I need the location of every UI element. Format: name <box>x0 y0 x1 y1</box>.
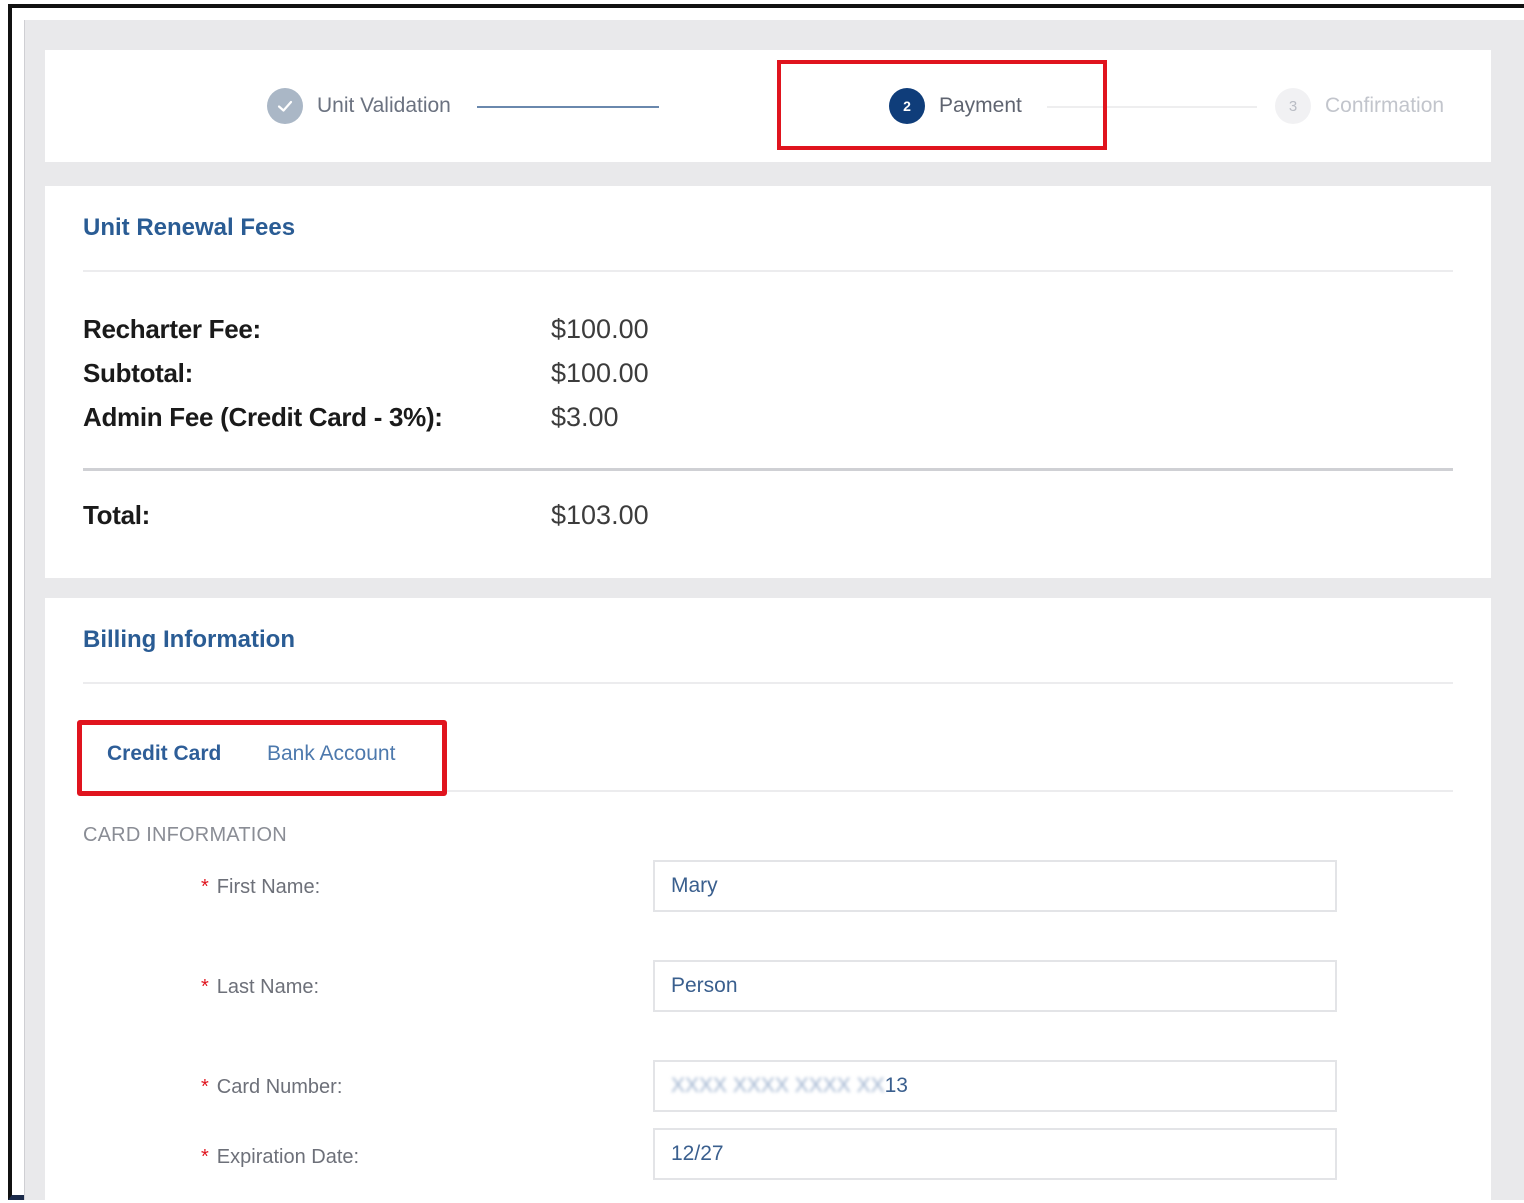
divider <box>83 682 1453 684</box>
total-value: $103.00 <box>551 500 649 530</box>
field-label-text: Last Name: <box>216 976 320 998</box>
fee-value: $100.00 <box>551 314 649 344</box>
last-name-field[interactable]: Person <box>653 960 1337 1012</box>
first-name-label: * First Name: <box>201 876 320 899</box>
total-label: Total: <box>83 500 151 530</box>
required-marker: * <box>201 1146 209 1168</box>
screenshot-frame: Unit Validation 2 Payment 3 Confirmation… <box>8 4 1524 1200</box>
tabs-underline <box>447 790 1453 792</box>
fee-value: $100.00 <box>551 358 649 388</box>
expiration-date-field[interactable]: 12/27 <box>653 1128 1337 1180</box>
unit-renewal-fees-card: Unit Renewal Fees Recharter Fee: $100.00… <box>45 186 1491 578</box>
payment-step-highlight <box>777 60 1107 150</box>
step-number-badge: 3 <box>1275 88 1311 124</box>
fee-label: Recharter Fee: <box>83 314 261 344</box>
fees-title: Unit Renewal Fees <box>83 214 296 241</box>
required-marker: * <box>201 876 209 898</box>
field-label-text: Expiration Date: <box>216 1146 360 1168</box>
fee-row-recharter: Recharter Fee: $100.00 <box>83 314 783 354</box>
divider <box>83 270 1453 272</box>
total-divider <box>83 468 1453 471</box>
required-marker: * <box>201 1076 209 1098</box>
fee-value: $3.00 <box>551 402 619 432</box>
fee-row-subtotal: Subtotal: $100.00 <box>83 358 783 398</box>
step-confirmation[interactable]: 3 Confirmation <box>1275 50 1444 162</box>
expiration-date-label: * Expiration Date: <box>201 1146 359 1169</box>
last-name-label: * Last Name: <box>201 976 319 999</box>
card-number-label: * Card Number: <box>201 1076 342 1099</box>
check-icon <box>267 88 303 124</box>
redacted-card-digits: XXXX XXXX XXXX XX <box>671 1074 885 1097</box>
checkmark-glyph <box>277 100 293 112</box>
billing-information-card: Billing Information Credit Card Bank Acc… <box>45 598 1491 1200</box>
page-background: Unit Validation 2 Payment 3 Confirmation… <box>24 20 1524 1200</box>
field-label-text: First Name: <box>216 876 321 898</box>
first-name-field[interactable]: Mary <box>653 860 1337 912</box>
step-label: Unit Validation <box>317 94 451 117</box>
card-last-digits: 13 <box>884 1074 908 1097</box>
field-label-text: Card Number: <box>216 1076 343 1098</box>
required-marker: * <box>201 976 209 998</box>
fee-label: Admin Fee (Credit Card - 3%): <box>83 402 443 432</box>
step-connector-complete <box>477 106 659 108</box>
card-number-field[interactable]: XXXX XXXX XXXX XX13 <box>653 1060 1337 1112</box>
billing-title: Billing Information <box>83 626 295 653</box>
fee-row-total: Total: $103.00 <box>83 500 783 540</box>
step-label: Confirmation <box>1325 94 1445 117</box>
step-unit-validation[interactable]: Unit Validation <box>267 50 451 162</box>
card-information-heading: CARD INFORMATION <box>83 824 287 846</box>
payment-method-tabs-highlight <box>77 720 447 796</box>
progress-stepper: Unit Validation 2 Payment 3 Confirmation <box>45 50 1491 162</box>
fee-row-admin-fee: Admin Fee (Credit Card - 3%): $3.00 <box>83 402 783 442</box>
fee-label: Subtotal: <box>83 358 193 388</box>
